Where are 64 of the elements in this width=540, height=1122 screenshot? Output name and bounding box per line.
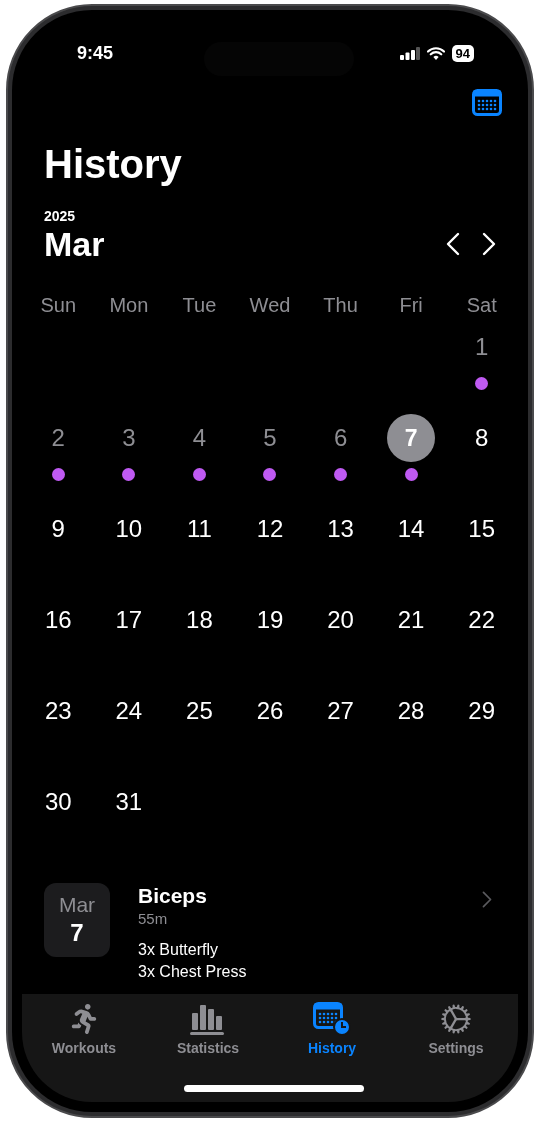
calendar-day[interactable]: 1 — [457, 323, 506, 371]
weekday-label: Wed — [248, 293, 292, 318]
calendar-icon — [472, 89, 502, 117]
signal-icon — [399, 46, 420, 60]
calendar-day[interactable]: 17 — [104, 596, 153, 644]
date-day: 7 — [70, 918, 84, 948]
exercise-item: 3x Chest Press — [138, 962, 248, 982]
calendar-day[interactable]: 28 — [387, 687, 436, 735]
calendar-day[interactable]: 2 — [34, 414, 83, 462]
tab-item[interactable]: Settings — [394, 1000, 518, 1056]
runner-icon — [69, 1004, 99, 1034]
calendar-day[interactable]: 14 — [387, 505, 436, 553]
weekday-label: Tue — [181, 293, 218, 318]
calendar-day[interactable]: 30 — [34, 778, 83, 826]
calendar-day[interactable]: 18 — [175, 596, 224, 644]
chevron-left-icon — [446, 232, 460, 256]
page-title: History — [44, 141, 183, 188]
date-month: Mar — [58, 892, 96, 918]
calendar-day[interactable]: 22 — [457, 596, 506, 644]
next-month-button[interactable] — [482, 232, 496, 256]
weekday-label: Mon — [108, 293, 150, 318]
calendar-day[interactable]: 15 — [457, 505, 506, 553]
calendar-day[interactable]: 5 — [246, 414, 294, 462]
calendar-day[interactable]: 26 — [246, 687, 294, 735]
workout-duration: 55m — [138, 909, 169, 929]
calendar-day[interactable]: 19 — [246, 596, 294, 644]
calendar-day[interactable]: 10 — [104, 505, 153, 553]
calendar-clock-icon — [313, 1002, 351, 1036]
battery-level: 94 — [451, 44, 474, 62]
previous-month-button[interactable] — [446, 232, 460, 256]
calendar-day[interactable]: 13 — [316, 505, 365, 553]
calendar-day[interactable]: 11 — [175, 505, 224, 553]
wifi-icon — [426, 46, 445, 60]
calendar-day[interactable]: 4 — [175, 414, 224, 462]
weekday-label: Thu — [322, 293, 359, 318]
tab-item[interactable]: Statistics — [146, 1000, 270, 1056]
calendar-day[interactable]: 3 — [104, 414, 153, 462]
calendar-day[interactable]: 24 — [104, 687, 153, 735]
status-time: 9:45 — [77, 42, 114, 64]
calendar-day[interactable]: 23 — [34, 687, 83, 735]
calendar-day[interactable]: 12 — [246, 505, 294, 553]
calendar-day[interactable]: 9 — [34, 505, 83, 553]
calendar-day[interactable]: 16 — [34, 596, 83, 644]
tab-item[interactable]: Workouts — [22, 1000, 146, 1056]
month-label: Mar — [44, 224, 105, 264]
bar-chart-icon — [190, 1003, 226, 1035]
calendar-button[interactable] — [472, 89, 502, 117]
chevron-right-icon — [482, 891, 492, 908]
calendar-day[interactable]: 20 — [316, 596, 365, 644]
weekday-label: Sat — [465, 293, 498, 318]
calendar-day[interactable]: 29 — [457, 687, 506, 735]
weekday-label: Fri — [398, 293, 424, 318]
year-label: 2025 — [44, 208, 77, 224]
exercise-item: 3x Butterfly — [138, 940, 220, 960]
weekday-label: Sun — [39, 293, 78, 318]
calendar-day[interactable]: 27 — [316, 687, 365, 735]
calendar-day[interactable]: 31 — [104, 778, 153, 826]
calendar-day[interactable]: 21 — [387, 596, 436, 644]
calendar-day[interactable]: 6 — [316, 414, 365, 462]
calendar-day[interactable]: 25 — [175, 687, 224, 735]
workout-title: Biceps — [138, 883, 208, 909]
tab-item[interactable]: History — [270, 1000, 394, 1056]
calendar-day[interactable]: 8 — [457, 414, 506, 462]
chevron-right-icon — [482, 232, 496, 256]
